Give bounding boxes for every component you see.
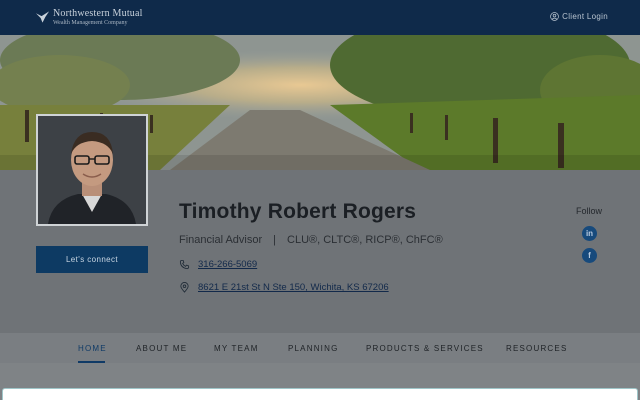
linkedin-icon[interactable]: in [582,226,597,241]
nav-products-services[interactable]: PRODUCTS & SERVICES [366,344,484,353]
phone-number[interactable]: 316-266-5069 [198,259,257,270]
client-login-label: Client Login [562,12,608,21]
advisor-name: Timothy Robert Rogers [179,200,417,223]
lets-connect-button[interactable]: Let's connect [36,246,148,273]
top-bar: Northwestern Mutual Wealth Management Co… [0,0,640,35]
northwestern-mutual-logo[interactable]: Northwestern Mutual Wealth Management Co… [35,9,143,26]
role-separator: | [273,234,277,246]
user-icon [550,12,559,21]
phone-icon [179,259,190,270]
map-pin-icon [180,282,189,293]
facebook-icon[interactable]: f [582,248,597,263]
advisor-credentials: CLU®, CLTC®, RICP®, ChFC® [287,234,443,246]
nav-my-team[interactable]: MY TEAM [214,344,259,353]
office-address[interactable]: 8621 E 21st St N Ste 150, Wichita, KS 67… [198,282,389,293]
phone-link[interactable]: 316-266-5069 [179,259,257,270]
advisor-photo [36,114,148,226]
nav-resources[interactable]: RESOURCES [506,344,567,353]
main-nav: HOME ABOUT ME MY TEAM PLANNING PRODUCTS … [0,333,640,363]
advisor-role: Financial Advisor | CLU®, CLTC®, RICP®, … [179,234,443,246]
logo-eagle-icon [35,11,50,23]
nav-planning[interactable]: PLANNING [288,344,339,353]
logo-line2: Wealth Management Company [53,20,128,26]
modal-panel [2,388,638,400]
nav-about-me[interactable]: ABOUT ME [136,344,187,353]
logo-line1: Northwestern Mutual [53,8,143,19]
nav-home[interactable]: HOME [78,344,107,353]
advisor-title: Financial Advisor [179,234,263,246]
follow-label: Follow [576,206,603,216]
client-login-link[interactable]: Client Login [550,12,608,21]
address-link[interactable]: 8621 E 21st St N Ste 150, Wichita, KS 67… [179,282,389,293]
